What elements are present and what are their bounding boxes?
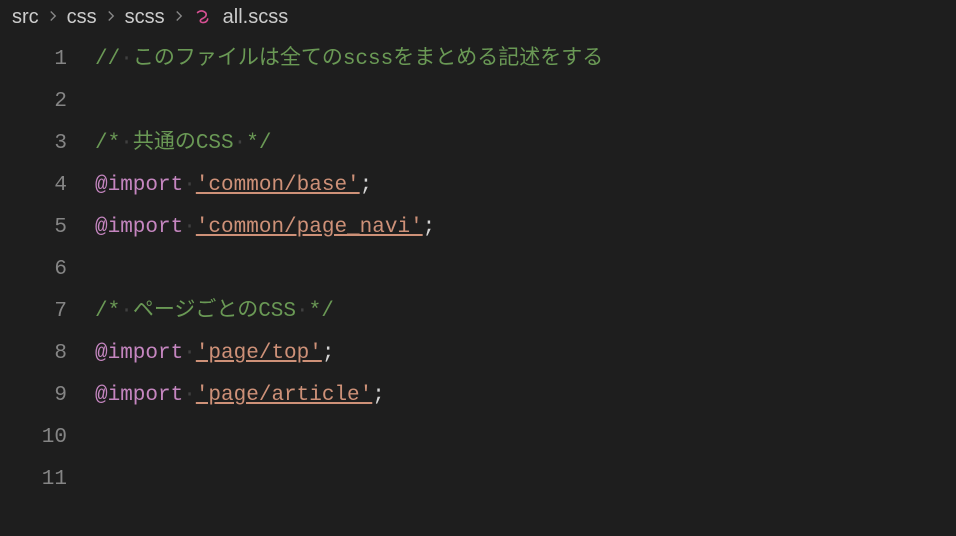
punct-token: ; bbox=[372, 384, 385, 407]
breadcrumb-item-file[interactable]: all.scss bbox=[223, 6, 289, 29]
string-token: 'common/page_navi' bbox=[196, 216, 423, 239]
code-editor[interactable]: 1 2 3 4 5 6 7 8 9 10 11 //·// このファイルは全ての… bbox=[0, 35, 956, 501]
chevron-right-icon bbox=[47, 9, 59, 27]
string-token: 'page/article' bbox=[196, 384, 372, 407]
line-number: 5 bbox=[0, 207, 67, 249]
whitespace-dot: · bbox=[183, 174, 196, 197]
code-line: /*·共通のCSS·*/ bbox=[95, 123, 956, 165]
breadcrumb-item-scss[interactable]: scss bbox=[125, 6, 165, 29]
line-number: 7 bbox=[0, 291, 67, 333]
code-line: @import·'page/article'; bbox=[95, 375, 956, 417]
code-line bbox=[95, 249, 956, 291]
code-line: @import·'common/base'; bbox=[95, 165, 956, 207]
whitespace-dot: · bbox=[183, 384, 196, 407]
code-line: @import·'page/top'; bbox=[95, 333, 956, 375]
punct-token: ; bbox=[322, 342, 335, 365]
punct-token: ; bbox=[360, 174, 373, 197]
gutter: 1 2 3 4 5 6 7 8 9 10 11 bbox=[0, 39, 95, 501]
comment-token: //·// このファイルは全てのscssをまとめる記述をするこのファイルは全ての… bbox=[95, 48, 603, 71]
whitespace-dot: · bbox=[183, 342, 196, 365]
breadcrumb: src css scss all.scss bbox=[0, 0, 956, 35]
line-number: 10 bbox=[0, 417, 67, 459]
comment-token: /*·共通のCSS·*/ bbox=[95, 132, 271, 155]
line-number: 1 bbox=[0, 39, 67, 81]
line-number: 2 bbox=[0, 81, 67, 123]
string-token: 'page/top' bbox=[196, 342, 322, 365]
punct-token: ; bbox=[423, 216, 436, 239]
line-number: 4 bbox=[0, 165, 67, 207]
line-number: 6 bbox=[0, 249, 67, 291]
keyword-token: @import bbox=[95, 384, 183, 407]
code-line bbox=[95, 81, 956, 123]
code-line: //·// このファイルは全てのscssをまとめる記述をするこのファイルは全ての… bbox=[95, 39, 956, 81]
keyword-token: @import bbox=[95, 342, 183, 365]
code-line bbox=[95, 459, 956, 501]
code-line bbox=[95, 417, 956, 459]
comment-token: /*·ページごとのCSS·*/ bbox=[95, 300, 334, 323]
breadcrumb-item-css[interactable]: css bbox=[67, 6, 97, 29]
scss-file-icon bbox=[193, 7, 215, 29]
keyword-token: @import bbox=[95, 216, 183, 239]
breadcrumb-item-src[interactable]: src bbox=[12, 6, 39, 29]
code-area[interactable]: //·// このファイルは全てのscssをまとめる記述をするこのファイルは全ての… bbox=[95, 39, 956, 501]
chevron-right-icon bbox=[105, 9, 117, 27]
keyword-token: @import bbox=[95, 174, 183, 197]
string-token: 'common/base' bbox=[196, 174, 360, 197]
line-number: 9 bbox=[0, 375, 67, 417]
line-number: 11 bbox=[0, 459, 67, 501]
line-number: 8 bbox=[0, 333, 67, 375]
code-line: @import·'common/page_navi'; bbox=[95, 207, 956, 249]
whitespace-dot: · bbox=[183, 216, 196, 239]
chevron-right-icon bbox=[173, 9, 185, 27]
line-number: 3 bbox=[0, 123, 67, 165]
code-line: /*·ページごとのCSS·*/ bbox=[95, 291, 956, 333]
